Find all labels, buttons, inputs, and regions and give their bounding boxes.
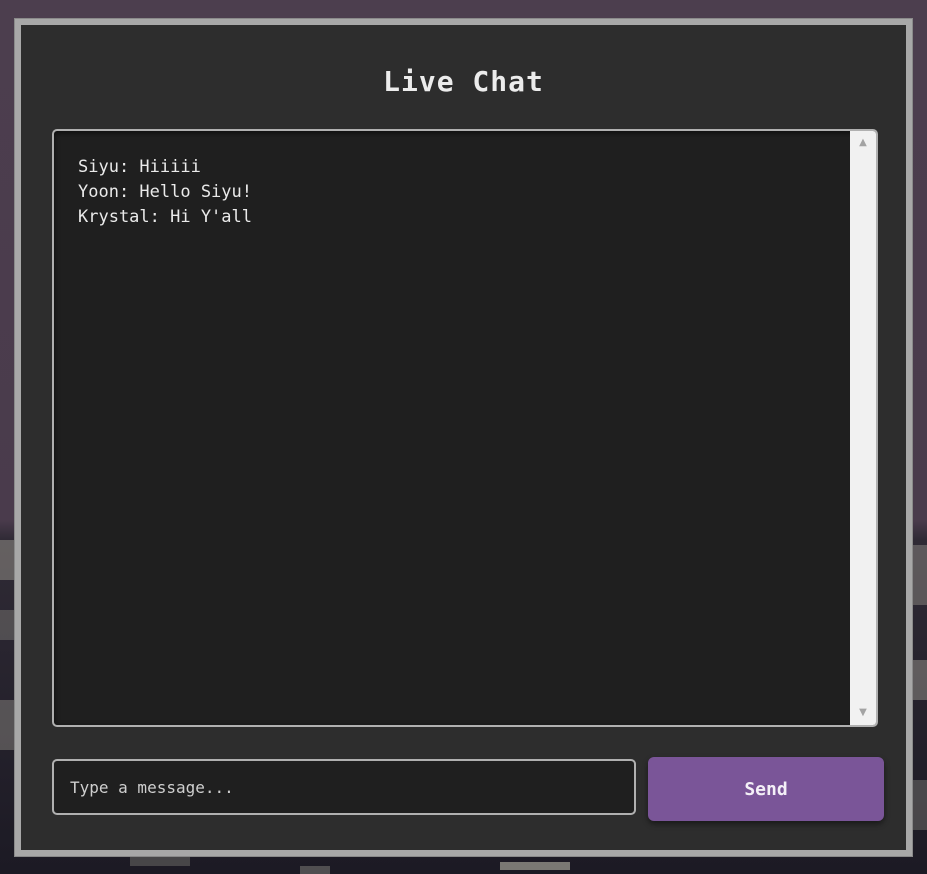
scroll-down-arrow-icon[interactable]: ▼ (850, 703, 876, 723)
message-list: Siyu: Hiiiii Yoon: Hello Siyu! Krystal: … (78, 155, 838, 230)
chat-title: Live Chat (383, 65, 544, 98)
chat-message: Siyu: Hiiiii (78, 157, 201, 177)
chat-messages-box[interactable]: Siyu: Hiiiii Yoon: Hello Siyu! Krystal: … (52, 129, 878, 727)
send-button[interactable]: Send (648, 757, 884, 821)
chat-message: Yoon: Hello Siyu! (78, 182, 252, 202)
chat-scrollbar[interactable]: ▲ ▼ (850, 131, 876, 725)
live-chat-panel: Live Chat Siyu: Hiiiii Yoon: Hello Siyu!… (15, 19, 912, 856)
chat-message: Krystal: Hi Y'all (78, 207, 252, 227)
message-input[interactable] (52, 759, 636, 815)
scroll-up-arrow-icon[interactable]: ▲ (850, 133, 876, 153)
